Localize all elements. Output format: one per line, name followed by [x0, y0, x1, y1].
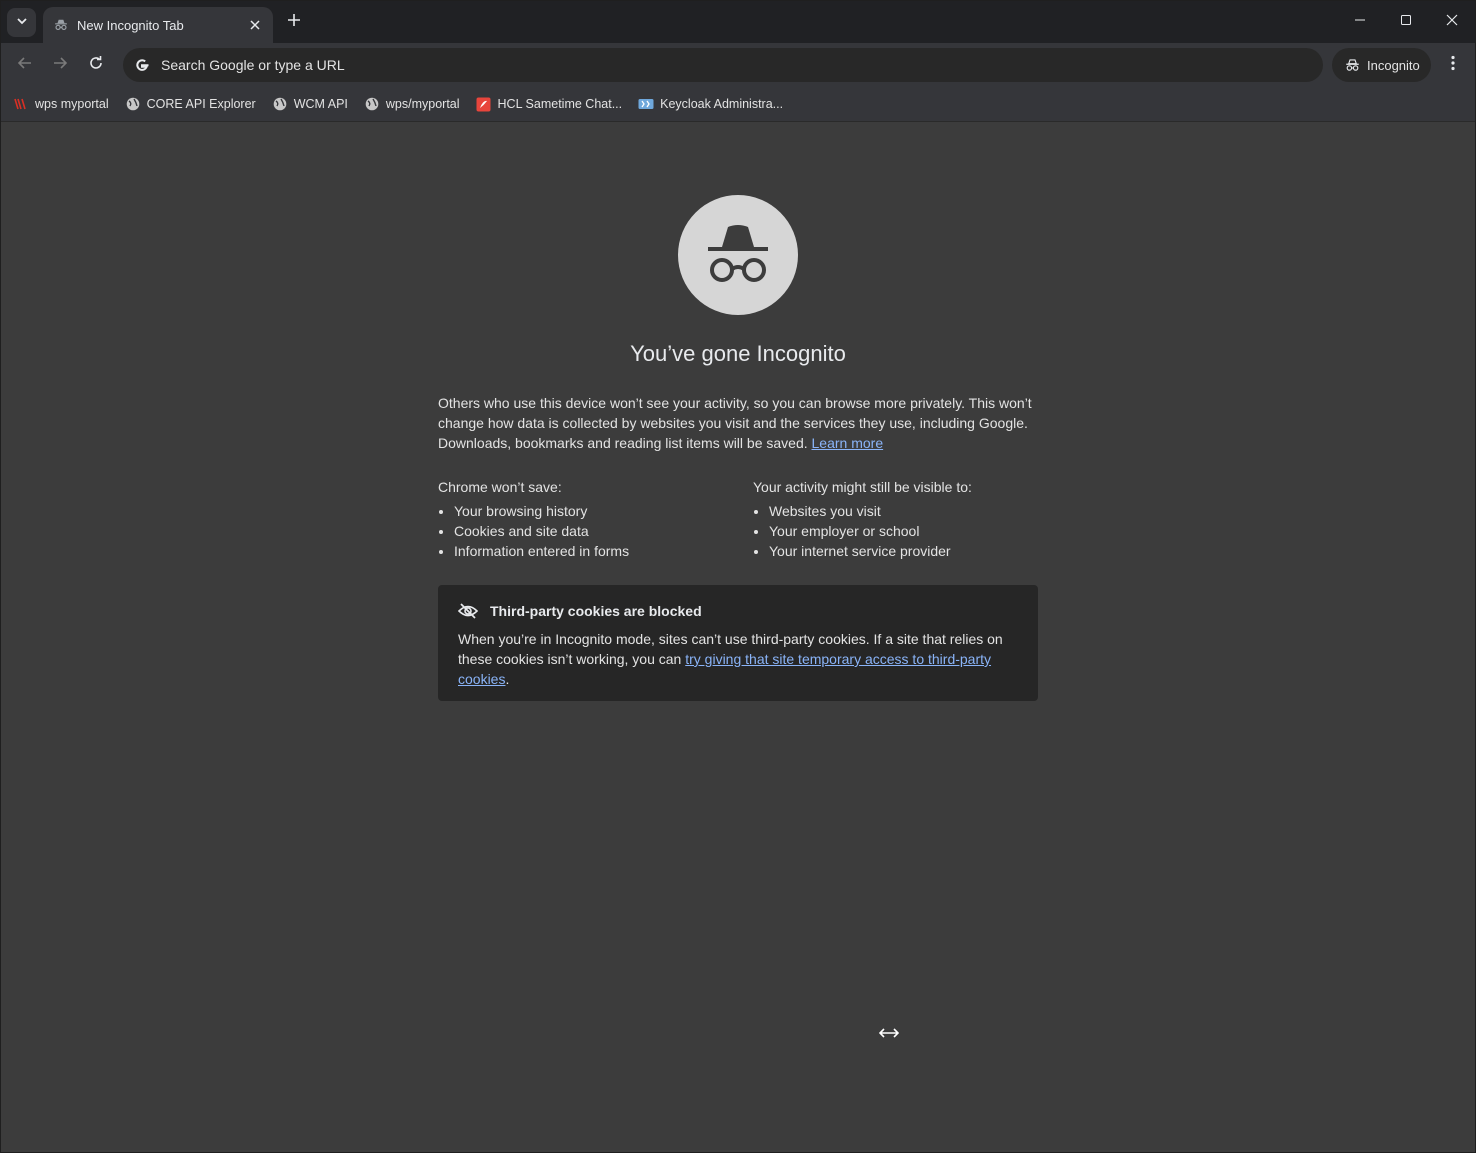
bookmark-wcm-api[interactable]: WCM API [272, 92, 348, 116]
tab-new-incognito[interactable]: New Incognito Tab [43, 7, 273, 43]
globe-icon [272, 96, 288, 112]
bookmark-core-api-explorer[interactable]: CORE API Explorer [125, 92, 256, 116]
chrome-menu-button[interactable] [1441, 51, 1465, 79]
bookmark-keycloak-administration[interactable]: Keycloak Administra... [638, 92, 783, 116]
wont-save-section: Chrome won’t save: Your browsing history… [438, 477, 738, 561]
list-item: Your employer or school [769, 521, 1053, 541]
incognito-indicator[interactable]: Incognito [1332, 48, 1431, 82]
maximize-button[interactable] [1386, 7, 1426, 37]
bookmark-hcl-sametime-chat[interactable]: HCL Sametime Chat... [476, 92, 623, 116]
close-icon[interactable] [247, 17, 263, 33]
chevron-down-icon [16, 14, 28, 32]
bookmark-label: wps myportal [35, 97, 109, 111]
globe-icon [125, 96, 141, 112]
still-visible-list: Websites you visit Your employer or scho… [753, 501, 1053, 561]
arrow-left-icon [17, 55, 33, 76]
resize-cursor-icon [879, 1026, 899, 1040]
page-title: You’ve gone Incognito [630, 341, 846, 366]
third-party-cookies-card: Third-party cookies are blocked When you… [438, 585, 1038, 701]
incognito-icon [53, 17, 69, 33]
maximize-icon [1400, 13, 1412, 31]
wont-save-list: Your browsing history Cookies and site d… [438, 501, 738, 561]
cookie-card-header: Third-party cookies are blocked [458, 601, 1018, 621]
bookmark-label: HCL Sametime Chat... [497, 97, 623, 111]
bookmarks-bar: wps myportal CORE API Explorer WCM API w… [1, 87, 1475, 122]
close-icon [1446, 13, 1458, 31]
cookie-card-body: When you’re in Incognito mode, sites can… [458, 629, 1018, 689]
more-vertical-icon [1451, 55, 1455, 76]
address-bar-placeholder: Search Google or type a URL [161, 57, 345, 73]
tab-strip: New Incognito Tab [1, 1, 1475, 43]
plus-icon [287, 13, 301, 32]
globe-icon [364, 96, 380, 112]
intro-text: Others who use this device won’t see you… [438, 395, 1032, 451]
reload-button[interactable] [82, 51, 110, 79]
tab-search-button[interactable] [7, 8, 36, 37]
bookmark-wps-myportal-2[interactable]: wps/myportal [364, 92, 460, 116]
incognito-hero-icon [678, 195, 798, 315]
back-button[interactable] [11, 51, 39, 79]
browser-window: New Incognito Tab Search Google or type … [0, 0, 1476, 1153]
bookmark-label: Keycloak Administra... [660, 97, 784, 111]
list-item: Your internet service provider [769, 541, 1053, 561]
address-bar[interactable]: Search Google or type a URL [123, 48, 1323, 82]
cookie-card-suffix: . [505, 671, 510, 687]
eye-off-icon [458, 601, 478, 621]
still-visible-title: Your activity might still be visible to: [753, 479, 972, 495]
forward-button[interactable] [46, 51, 74, 79]
bookmark-label: CORE API Explorer [146, 97, 256, 111]
bookmark-label: wps/myportal [385, 97, 460, 111]
hcl-logo-icon [13, 96, 29, 112]
wont-save-title: Chrome won’t save: [438, 479, 562, 495]
learn-more-link[interactable]: Learn more [812, 435, 884, 451]
list-item: Your browsing history [454, 501, 738, 521]
google-g-icon [133, 56, 151, 74]
incognito-icon [1344, 57, 1360, 73]
incognito-ntp: You’ve gone Incognito Others who use thi… [1, 123, 1475, 1152]
incognito-label: Incognito [1367, 57, 1420, 73]
list-item: Cookies and site data [454, 521, 738, 541]
cookie-card-title: Third-party cookies are blocked [490, 603, 702, 619]
window-close-button[interactable] [1432, 7, 1472, 37]
new-tab-button[interactable] [282, 10, 306, 34]
bookmark-label: WCM API [293, 97, 348, 111]
list-item: Information entered in forms [454, 541, 738, 561]
minimize-icon [1354, 13, 1366, 31]
arrow-right-icon [52, 55, 68, 76]
minimize-button[interactable] [1340, 7, 1380, 37]
sametime-icon [476, 96, 492, 112]
still-visible-section: Your activity might still be visible to:… [753, 477, 1053, 561]
reload-icon [88, 55, 104, 76]
tab-title: New Incognito Tab [77, 17, 184, 33]
incognito-icon [708, 225, 768, 282]
intro-paragraph: Others who use this device won’t see you… [438, 393, 1038, 453]
bookmark-wps-myportal[interactable]: wps myportal [13, 92, 109, 116]
keycloak-icon [638, 96, 654, 112]
list-item: Websites you visit [769, 501, 1053, 521]
toolbar: Search Google or type a URL Incognito [1, 43, 1475, 87]
